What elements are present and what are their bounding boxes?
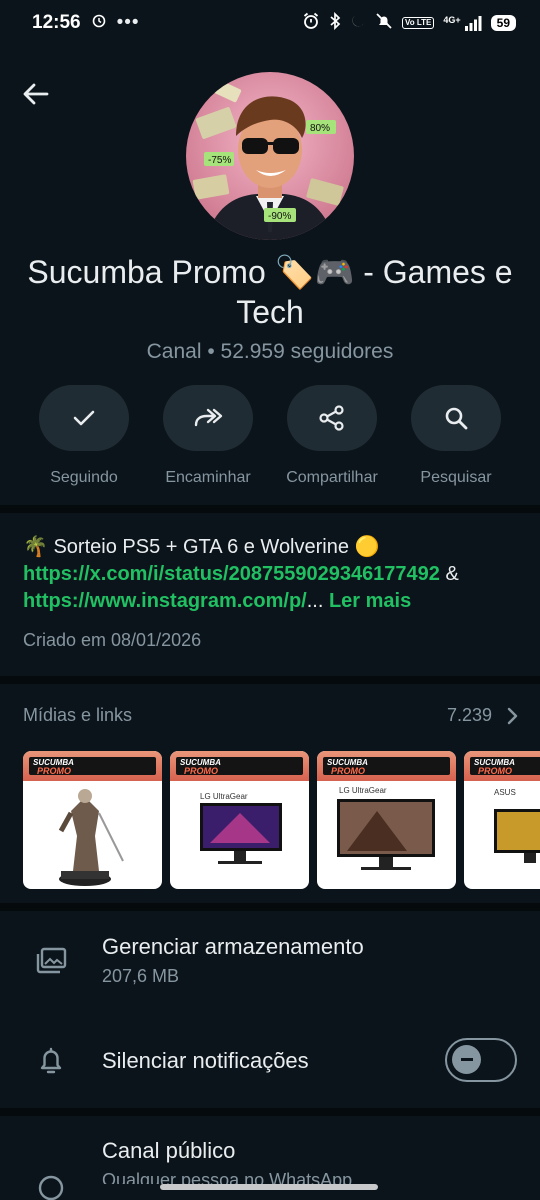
bluetooth-icon — [329, 11, 341, 35]
share-icon — [319, 405, 344, 431]
thumb-promo: PROMO — [331, 766, 366, 776]
media-thumb[interactable]: SUCUMBA PROMO LG UltraGear — [170, 751, 309, 889]
signal-icon: 4G+ — [443, 15, 482, 31]
description-link-x[interactable]: https://x.com/i/status/20875590293461774… — [23, 563, 440, 585]
channel-subtitle: Canal • 52.959 seguidores — [146, 340, 394, 363]
manage-storage-row[interactable]: Gerenciar armazenamento 207,6 MB — [0, 934, 540, 987]
media-thumbnails: SUCUMBA PROMO SUCUMBA PROMO LG UltraGear S… — [23, 751, 540, 889]
monitor-image: ASUS — [494, 788, 540, 863]
media-links-header[interactable]: Mídias e links 7.239 — [23, 705, 518, 726]
description-link-instagram[interactable]: https://www.instagram.com/p/ — [23, 590, 307, 612]
thumb-product-label: LG UltraGear — [200, 792, 248, 801]
back-button[interactable] — [18, 76, 54, 112]
battery-indicator: 59 — [490, 15, 516, 31]
avatar-tag-90: -90% — [268, 211, 291, 222]
manage-storage-size: 207,6 MB — [102, 966, 180, 986]
divider — [0, 505, 540, 513]
alarm-status-icon — [302, 12, 320, 35]
avatar-tag-80: 80% — [310, 123, 330, 134]
following-label: Seguindo — [50, 469, 118, 486]
search-label: Pesquisar — [420, 469, 492, 486]
media-count: 7.239 — [446, 705, 492, 725]
media-links-title: Mídias e links — [23, 705, 133, 725]
figure-image — [58, 789, 124, 886]
forward-button[interactable]: Encaminhar — [146, 385, 270, 487]
public-channel-subtitle: Qualquer pessoa no WhatsApp — [102, 1170, 353, 1184]
thumb-product-label: LG UltraGear — [339, 786, 387, 795]
search-button[interactable]: Pesquisar — [394, 385, 518, 487]
share-label: Compartilhar — [286, 469, 378, 486]
globe-icon — [38, 1175, 64, 1200]
home-indicator[interactable] — [160, 1184, 378, 1190]
divider — [0, 676, 540, 684]
check-icon — [73, 410, 95, 426]
forward-icon — [194, 408, 223, 427]
media-thumb[interactable]: SUCUMBA PROMO LG UltraGear — [317, 751, 456, 889]
action-bar: Seguindo Encaminhar Compartilhar Pesquis… — [22, 385, 518, 487]
arrow-left-icon — [23, 83, 49, 105]
channel-name: Sucumba Promo 🏷️🎮 - Games e Tech — [27, 254, 513, 330]
gallery-storage-icon — [36, 947, 67, 973]
divider — [0, 1108, 540, 1116]
channel-description: 🌴 Sorteio PS5 + GTA 6 e Wolverine 🟡 http… — [23, 534, 523, 615]
media-thumb[interactable]: SUCUMBA PROMO — [23, 751, 162, 889]
more-notifications-icon: ••• — [116, 12, 140, 33]
muted-bell-icon — [375, 12, 393, 35]
bell-icon — [40, 1047, 62, 1074]
read-more-link[interactable]: Ler mais — [329, 590, 411, 612]
toggle-knob — [452, 1045, 481, 1074]
manage-storage-title: Gerenciar armazenamento — [102, 934, 364, 959]
description-amp: & — [439, 563, 459, 585]
chevron-right-icon — [507, 707, 518, 724]
created-date: Criado em 08/01/2026 — [23, 630, 202, 650]
thumb-promo: PROMO — [37, 766, 72, 776]
avatar-tag-75: -75% — [208, 155, 231, 166]
mute-notifications-title: Silenciar notificações — [102, 1048, 309, 1073]
monitor-image: LG UltraGear — [337, 786, 435, 870]
alarm-icon — [91, 12, 107, 34]
thumb-promo: PROMO — [184, 766, 219, 776]
forward-label: Encaminhar — [165, 469, 251, 486]
description-ellipsis: ... — [306, 590, 324, 612]
media-thumb[interactable]: SUCUMBA PROMO ASUS — [464, 751, 540, 889]
do-not-disturb-icon — [350, 13, 366, 34]
share-button[interactable]: Compartilhar — [270, 385, 394, 487]
public-channel-row[interactable]: Canal público Qualquer pessoa no WhatsAp… — [0, 1138, 540, 1200]
volte-icon: Vo LTE — [402, 17, 435, 29]
mute-toggle[interactable] — [445, 1038, 517, 1082]
description-text: 🌴 Sorteio PS5 + GTA 6 e Wolverine 🟡 — [23, 536, 380, 558]
thumb-promo: PROMO — [478, 766, 513, 776]
status-time: 12:56 — [32, 12, 81, 33]
channel-avatar[interactable]: 80% -75% -90% — [186, 72, 354, 240]
network-type: 4G+ — [443, 15, 461, 25]
public-channel-title: Canal público — [102, 1138, 236, 1163]
monitor-image: LG UltraGear — [200, 792, 282, 864]
divider — [0, 903, 540, 911]
status-bar: 12:56 ••• Vo LTE 4G+ 59 — [0, 0, 540, 46]
thumb-product-label: ASUS — [494, 788, 516, 797]
search-icon — [445, 407, 468, 430]
following-button[interactable]: Seguindo — [22, 385, 146, 487]
